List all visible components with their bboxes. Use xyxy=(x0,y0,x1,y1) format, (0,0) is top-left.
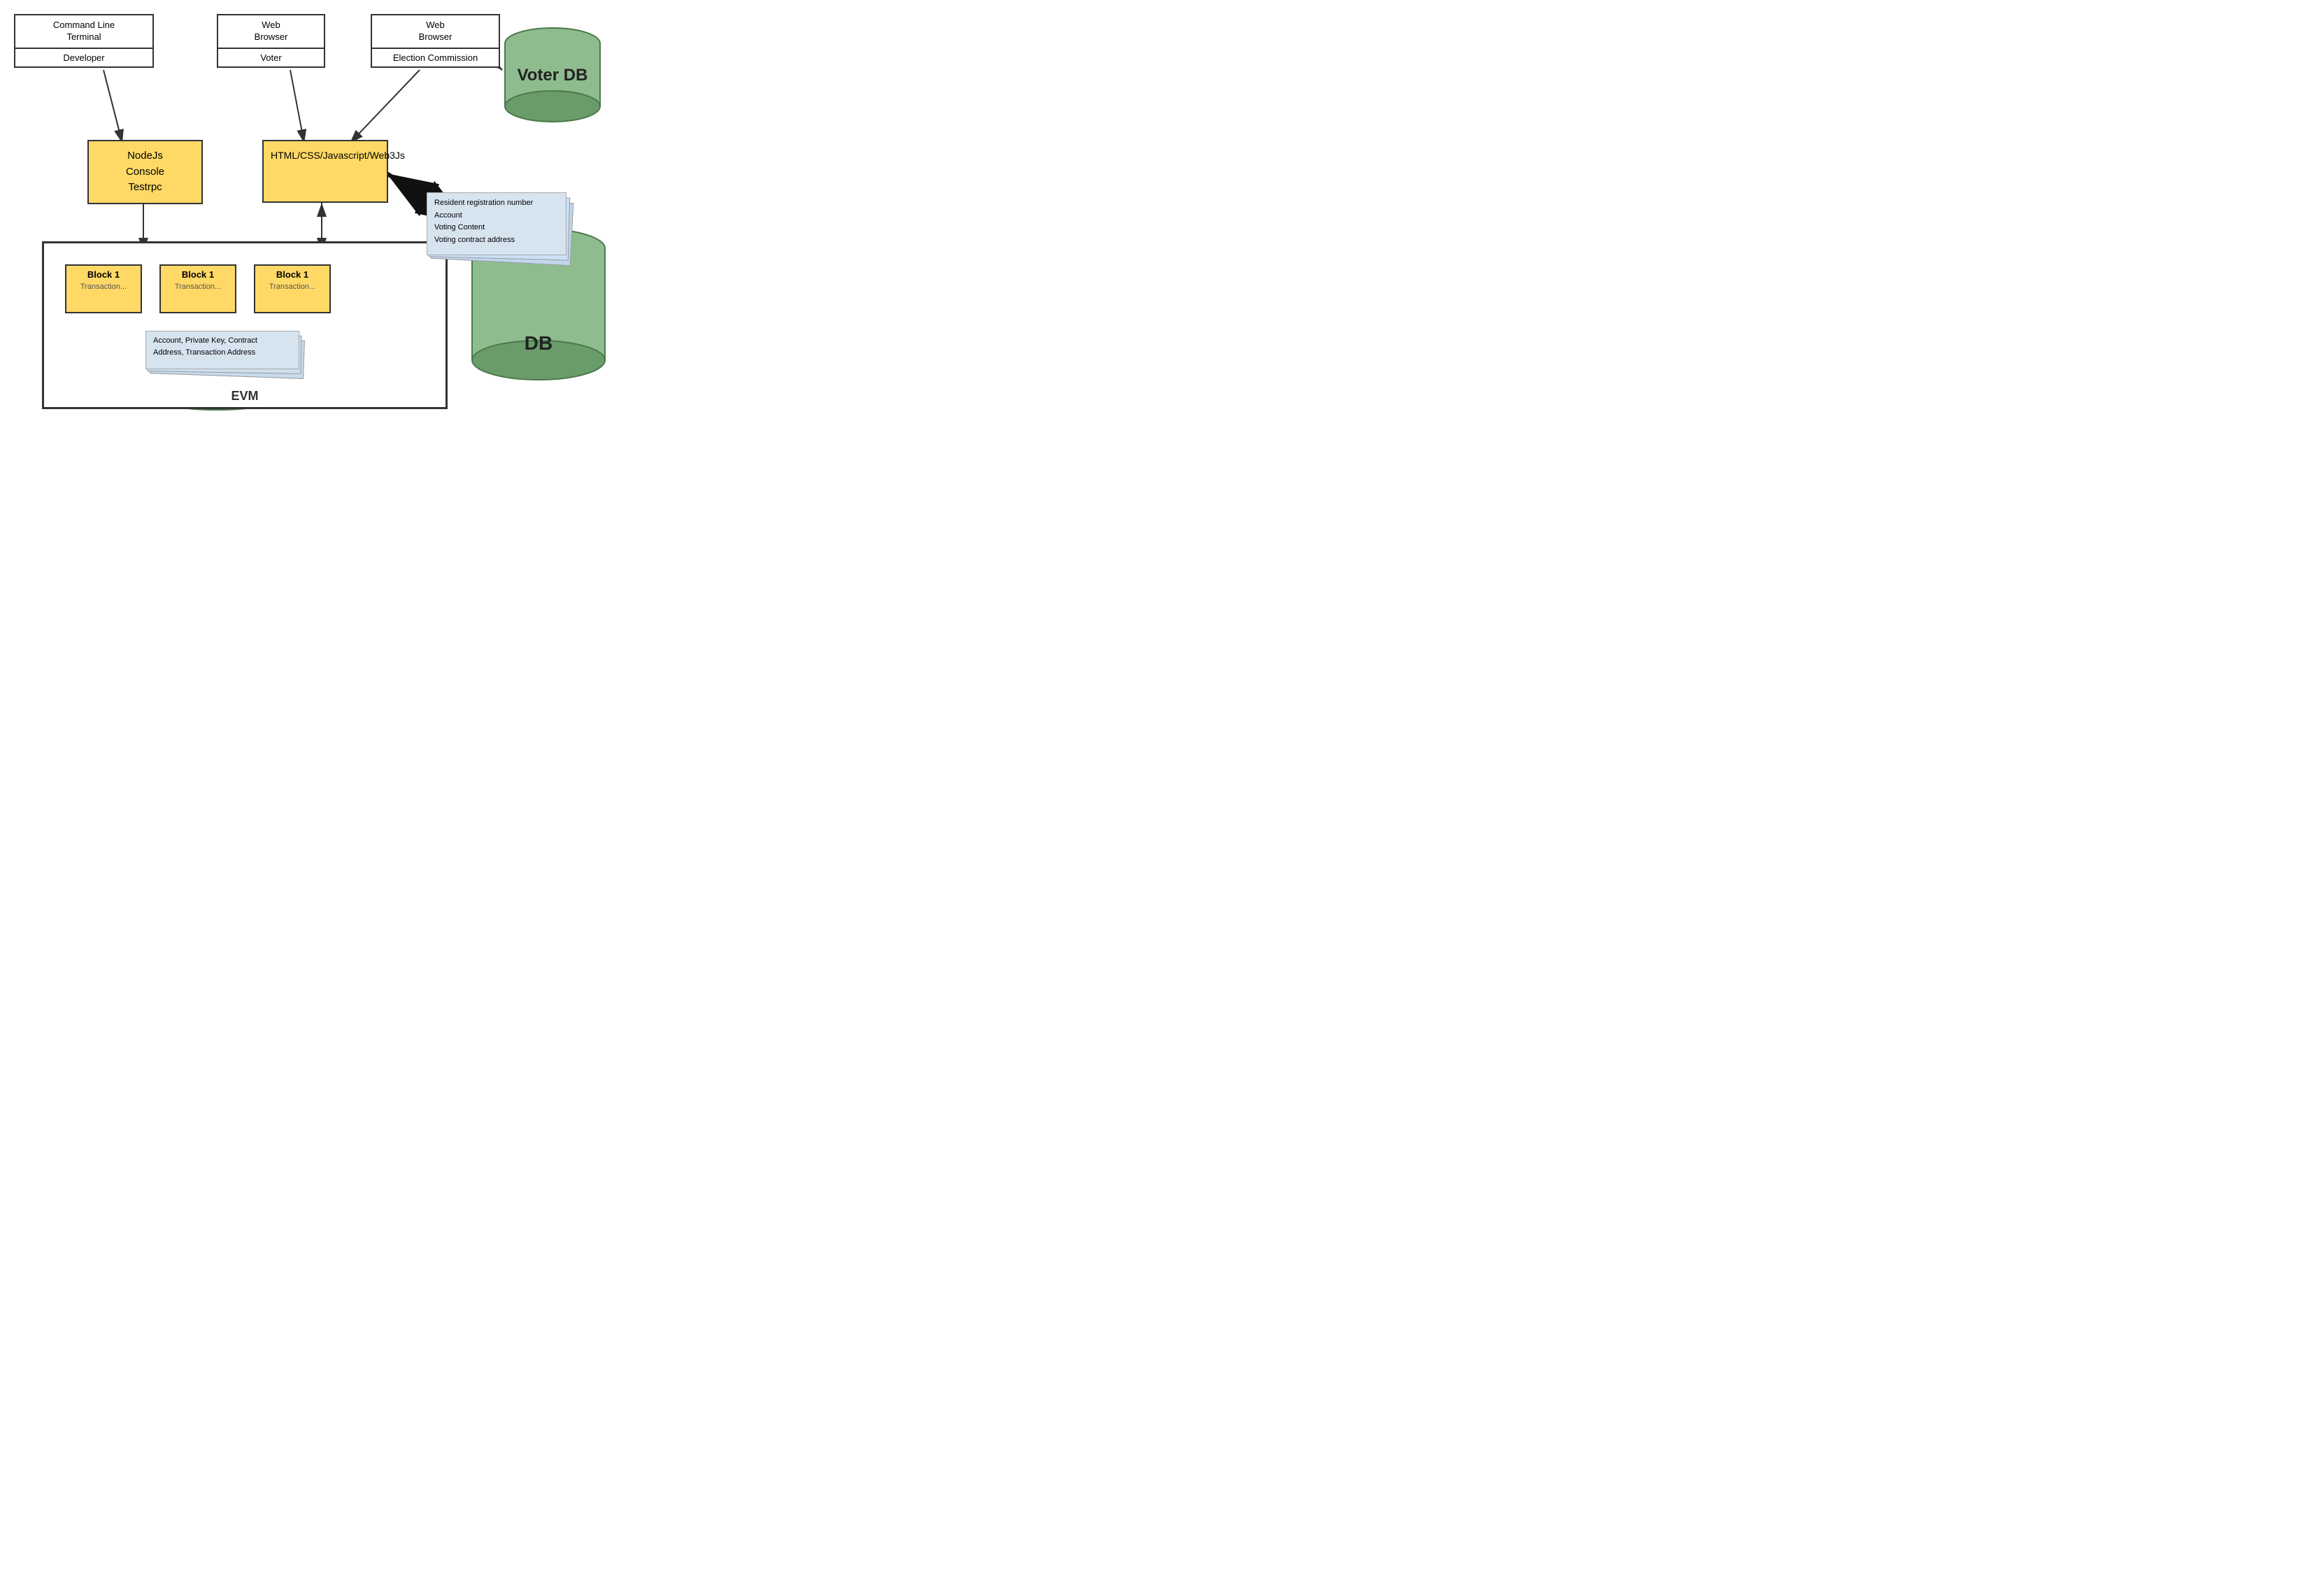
web-browser-ec-box: Web Browser Election Commission xyxy=(371,14,500,68)
web-browser-ec-title: Web Browser xyxy=(372,15,499,49)
nodejs-box: NodeJsConsoleTestrpc xyxy=(87,140,203,204)
svg-text:Voter DB: Voter DB xyxy=(518,66,588,85)
web-browser-voter-box: Web Browser Voter xyxy=(217,14,325,68)
block1-title-1: Block 1 xyxy=(72,269,135,280)
web-browser-voter-subtitle: Voter xyxy=(218,49,324,66)
web-browser-voter-title: Web Browser xyxy=(218,15,324,49)
architecture-diagram: Voter DB DB Command Li xyxy=(0,0,629,434)
main-db-card: Resident registration number Account Vot… xyxy=(427,192,566,255)
block1-sub-1: Transaction... xyxy=(72,283,135,291)
web-browser-ec-subtitle: Election Commission xyxy=(372,49,499,66)
html-css-label: HTML/CSS/Javascript/Web3Js xyxy=(271,150,405,161)
html-css-box: HTML/CSS/Javascript/Web3Js xyxy=(262,140,388,203)
evm-container: Block 1 Transaction... Block 1 Transacti… xyxy=(42,241,448,409)
nodejs-label: NodeJsConsoleTestrpc xyxy=(126,150,164,193)
cmd-terminal-subtitle: Developer xyxy=(15,49,152,66)
db-line-3: Voting Content xyxy=(434,222,559,234)
block1-title-2: Block 1 xyxy=(166,269,229,280)
db-line-2: Account xyxy=(434,210,559,222)
db-line-4: Voting contract address xyxy=(434,234,559,247)
evm-label: EVM xyxy=(231,389,258,404)
db-line-1: Resident registration number xyxy=(434,197,559,210)
evm-db-text: Account, Private Key, ContractAddress, T… xyxy=(153,336,257,357)
block-1-second: Block 1 Transaction... xyxy=(159,264,236,313)
block-1-first: Block 1 Transaction... xyxy=(65,264,142,313)
block1-sub-2: Transaction... xyxy=(166,283,229,291)
block-1-third: Block 1 Transaction... xyxy=(254,264,331,313)
block1-sub-3: Transaction... xyxy=(261,283,324,291)
svg-text:DB: DB xyxy=(525,332,553,354)
cmd-terminal-title: Command Line Terminal xyxy=(15,15,152,49)
cmd-terminal-box: Command Line Terminal Developer xyxy=(14,14,154,68)
evm-db-card: Account, Private Key, ContractAddress, T… xyxy=(145,331,299,369)
block1-title-3: Block 1 xyxy=(261,269,324,280)
